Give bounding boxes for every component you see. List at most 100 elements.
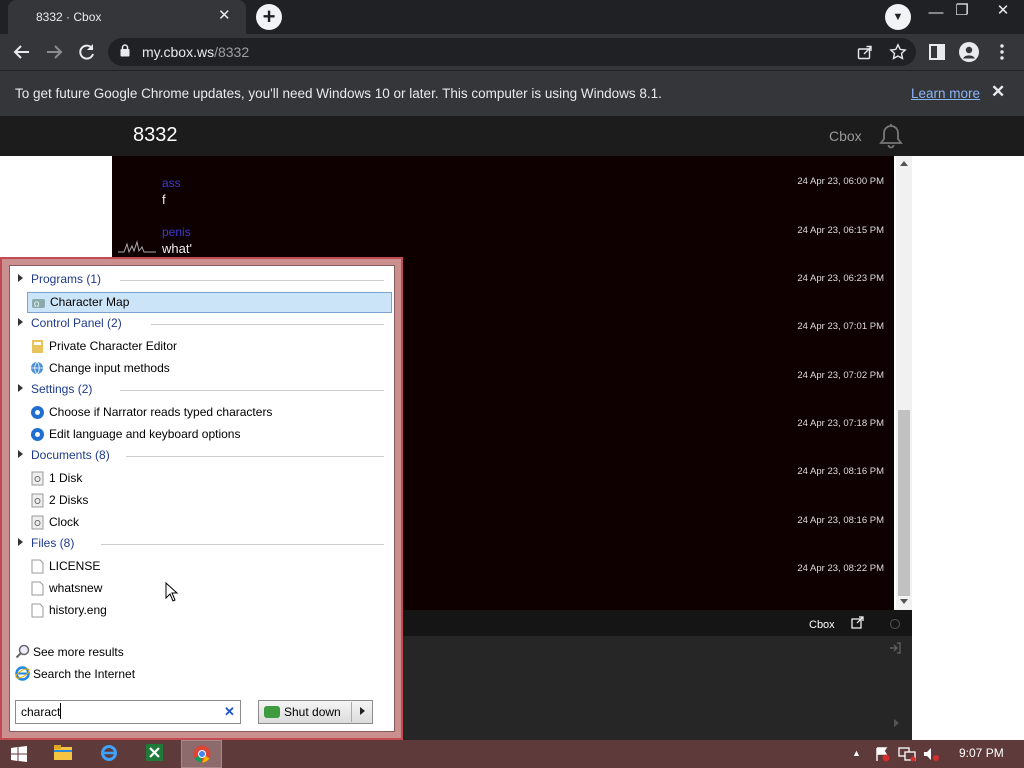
lock-icon[interactable] — [120, 44, 130, 57]
search-result-item[interactable]: whatsnew — [27, 578, 392, 599]
reload-icon[interactable] — [77, 42, 97, 62]
network-icon[interactable] — [898, 746, 916, 762]
search-result-item[interactable]: Clock — [27, 512, 392, 533]
message-timestamp: 24 Apr 23, 07:02 PM — [797, 370, 884, 381]
result-label: LICENSE — [49, 559, 101, 573]
bell-icon[interactable] — [879, 123, 903, 149]
new-tab-button[interactable]: + — [256, 4, 282, 30]
search-result-item[interactable]: Choose if Narrator reads typed character… — [27, 402, 392, 423]
result-group-header[interactable]: Control Panel (2) — [18, 316, 384, 332]
result-group-header[interactable]: Programs (1) — [18, 272, 384, 288]
footer-cbox-link[interactable]: Cbox — [809, 619, 835, 631]
result-label: Edit language and keyboard options — [49, 427, 241, 441]
cbox-brand-link[interactable]: Cbox — [829, 128, 862, 144]
search-result-item[interactable]: Private Character Editor — [27, 336, 392, 357]
result-label: Character Map — [50, 295, 130, 309]
search-input[interactable]: charact — [21, 705, 60, 719]
send-arrow-icon[interactable] — [894, 719, 899, 727]
login-icon[interactable] — [889, 642, 901, 654]
restore-button[interactable]: ❐ — [950, 1, 974, 19]
document-icon — [31, 559, 44, 574]
result-label: Clock — [49, 515, 80, 529]
action-center-flag-icon[interactable] — [874, 746, 890, 762]
menu-dots-icon[interactable] — [999, 44, 1005, 60]
user-signature-image — [118, 240, 156, 254]
message-timestamp: 24 Apr 23, 06:23 PM — [797, 273, 884, 284]
scroll-thumb[interactable] — [898, 410, 910, 596]
settings-file-icon — [31, 493, 44, 508]
shut-down-label: Shut down — [284, 705, 341, 719]
result-group-header[interactable]: Files (8) — [18, 536, 384, 552]
internet-explorer-taskbar-icon[interactable] — [100, 744, 118, 762]
gear-icon — [31, 406, 44, 419]
shutdown-divider — [351, 702, 352, 722]
group-divider — [125, 456, 384, 457]
search-result-item[interactable]: LICENSE — [27, 556, 392, 577]
url-text[interactable]: my.cbox.ws/8332 — [142, 44, 249, 60]
tray-expand-icon[interactable]: ▲ — [852, 748, 861, 758]
svg-text:Ω: Ω — [34, 301, 40, 309]
search-internet-link[interactable]: Search the Internet — [15, 665, 135, 683]
profile-avatar-icon[interactable] — [959, 42, 979, 62]
result-group-header[interactable]: Documents (8) — [18, 448, 384, 464]
expand-triangle-icon — [18, 384, 23, 392]
tab-search-button[interactable]: ▼ — [885, 4, 911, 30]
result-label: 2 Disks — [49, 493, 89, 507]
search-result-item[interactable]: Change input methods — [27, 358, 392, 379]
power-icon — [264, 706, 280, 718]
volume-muted-icon[interactable] — [922, 746, 940, 762]
expand-triangle-icon — [18, 318, 23, 326]
file-explorer-icon[interactable] — [54, 745, 72, 761]
forward-arrow-icon[interactable] — [44, 43, 64, 61]
group-label: Settings (2) — [31, 382, 93, 396]
result-group-header[interactable]: Settings (2) — [18, 382, 384, 398]
scroll-down-arrow-icon[interactable] — [900, 599, 908, 604]
settings-file-icon — [31, 515, 44, 530]
close-window-button[interactable]: ✕ — [991, 1, 1015, 19]
message-username[interactable]: ass — [162, 176, 181, 190]
search-result-item[interactable]: Ω Character Map — [27, 292, 392, 313]
status-circle-icon[interactable] — [890, 619, 900, 629]
side-panel-icon[interactable] — [929, 44, 945, 60]
charmap-icon: Ω — [32, 299, 45, 309]
clear-search-icon[interactable]: ✕ — [224, 704, 235, 720]
text-caret — [60, 703, 61, 719]
tab-favicon-icon — [18, 9, 32, 23]
expand-triangle-icon — [18, 450, 23, 458]
result-label: Private Character Editor — [49, 339, 178, 353]
group-label: Documents (8) — [31, 448, 110, 462]
tab-close-icon[interactable]: ✕ — [218, 6, 231, 24]
message-username[interactable]: penis — [162, 225, 191, 239]
windows-start-icon[interactable] — [11, 746, 27, 762]
search-result-item[interactable]: history.eng — [27, 600, 392, 621]
shutdown-options-arrow-icon[interactable] — [360, 707, 365, 715]
scroll-up-arrow-icon[interactable] — [900, 161, 908, 166]
message-text: what' — [162, 241, 192, 256]
message-timestamp: 24 Apr 23, 06:00 PM — [797, 176, 884, 187]
search-result-item[interactable]: 2 Disks — [27, 490, 392, 511]
message-text: f — [162, 192, 166, 207]
taskbar-clock[interactable]: 9:07 PM — [959, 746, 1004, 760]
result-label: whatsnew — [49, 581, 103, 595]
excel-icon[interactable] — [146, 744, 163, 761]
back-arrow-icon[interactable] — [12, 43, 32, 61]
room-title: 8332 — [133, 124, 178, 146]
group-label: Control Panel (2) — [31, 316, 122, 330]
chrome-icon[interactable] — [193, 745, 211, 763]
infobar-close-icon[interactable]: ✕ — [991, 82, 1005, 102]
group-label: Files (8) — [31, 536, 75, 550]
document-icon — [31, 603, 44, 618]
search-result-item[interactable]: Edit language and keyboard options — [27, 424, 392, 445]
group-divider — [119, 280, 384, 281]
search-result-item[interactable]: 1 Disk — [27, 468, 392, 489]
message-timestamp: 24 Apr 23, 08:22 PM — [797, 563, 884, 574]
minimize-button[interactable]: — — [924, 4, 948, 21]
bookmark-star-icon[interactable] — [889, 43, 907, 61]
infobar-message: To get future Google Chrome updates, you… — [15, 86, 662, 101]
learn-more-link[interactable]: Learn more — [911, 86, 980, 101]
gear-icon — [31, 428, 44, 441]
see-more-results-link[interactable]: See more results — [15, 643, 124, 661]
popout-icon[interactable] — [851, 616, 864, 629]
message-timestamp: 24 Apr 23, 07:18 PM — [797, 418, 884, 429]
share-icon[interactable] — [857, 44, 873, 60]
